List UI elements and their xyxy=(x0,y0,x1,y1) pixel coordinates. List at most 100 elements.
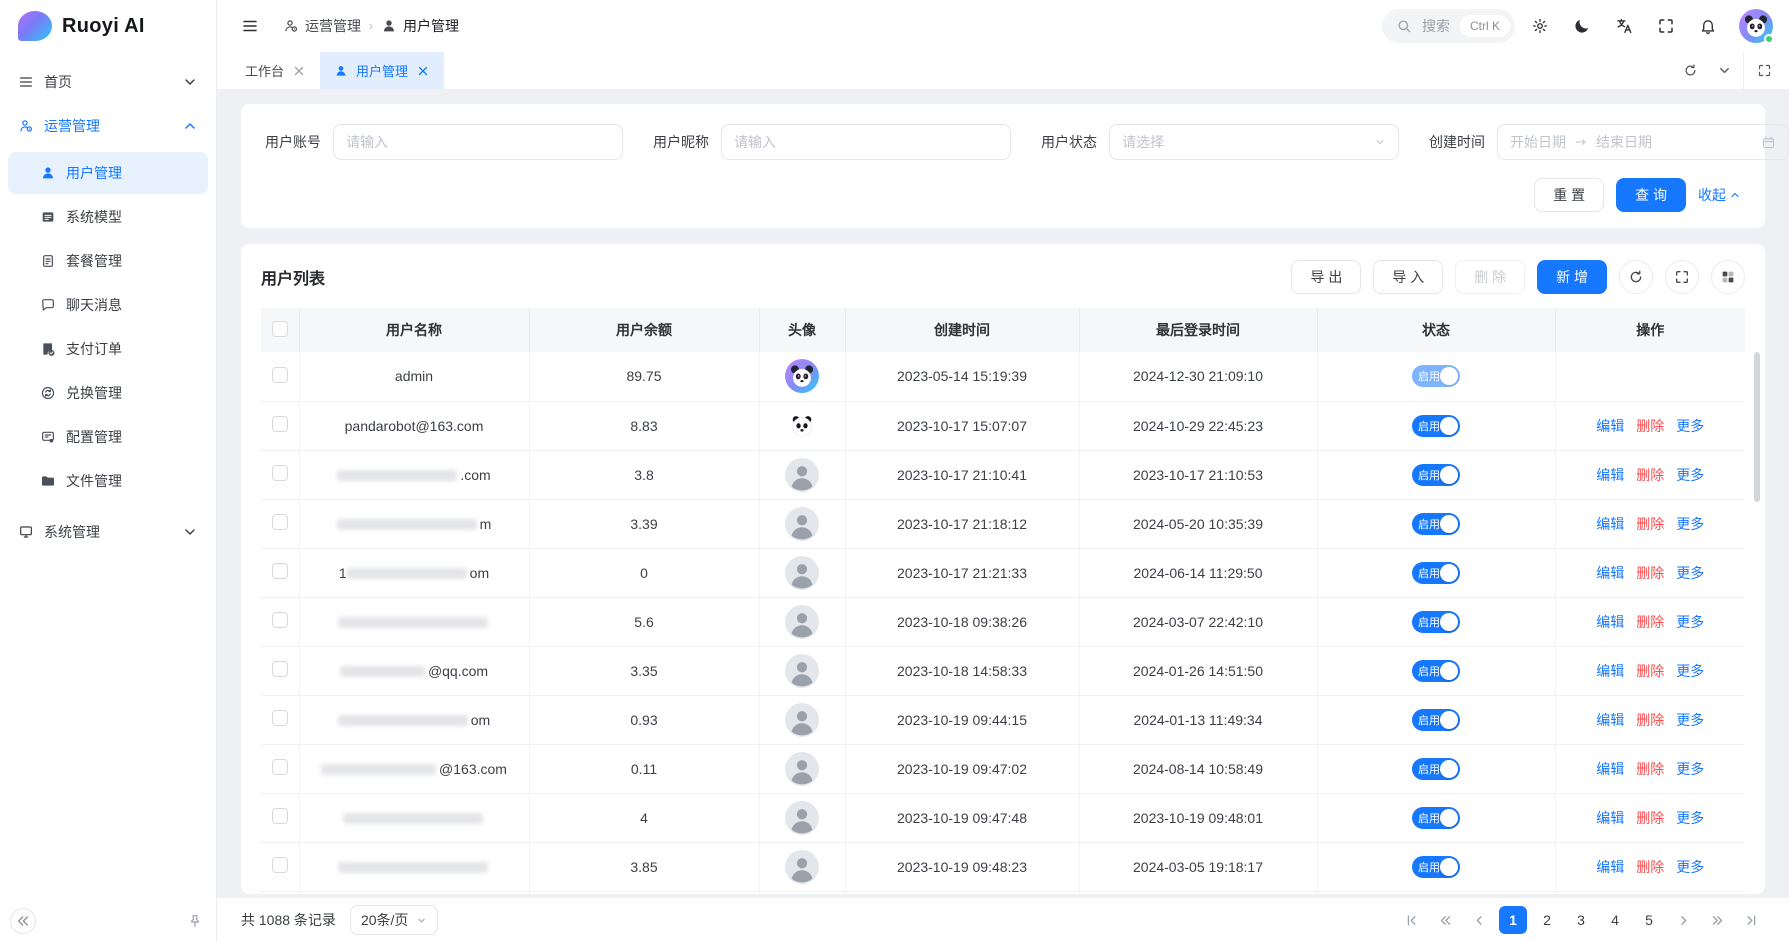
last-page-button[interactable] xyxy=(1737,906,1765,934)
row-checkbox[interactable] xyxy=(272,465,288,481)
sidebar-collapse-button[interactable] xyxy=(10,908,36,934)
breadcrumb-item-运营管理[interactable]: 运营管理 xyxy=(283,16,361,36)
collapse-filter-button[interactable]: 收起 xyxy=(1698,185,1741,205)
page-button-1[interactable]: 1 xyxy=(1499,906,1527,934)
sidebar-toggle-button[interactable] xyxy=(233,9,267,43)
jump-back-button[interactable] xyxy=(1431,906,1459,934)
row-checkbox[interactable] xyxy=(272,710,288,726)
row-checkbox[interactable] xyxy=(272,661,288,677)
edit-link[interactable]: 编辑 xyxy=(1596,661,1624,681)
delete-link[interactable]: 删除 xyxy=(1636,808,1664,828)
edit-link[interactable]: 编辑 xyxy=(1596,416,1624,436)
delete-link[interactable]: 删除 xyxy=(1636,563,1664,583)
edit-link[interactable]: 编辑 xyxy=(1596,612,1624,632)
more-link[interactable]: 更多 xyxy=(1676,808,1704,828)
filter-input-用户账号[interactable]: 请输入 xyxy=(333,124,623,160)
sidebar-group-系统管理[interactable]: 系统管理 xyxy=(8,510,208,554)
sidebar-item-用户管理[interactable]: 用户管理 xyxy=(8,152,208,194)
status-toggle[interactable]: 启用 xyxy=(1412,513,1460,535)
status-toggle[interactable]: 启用 xyxy=(1412,856,1460,878)
status-toggle[interactable]: 启用 xyxy=(1412,365,1460,387)
notifications-button[interactable] xyxy=(1691,9,1725,43)
page-button-2[interactable]: 2 xyxy=(1533,906,1561,934)
reset-button[interactable]: 重 置 xyxy=(1534,178,1604,212)
page-button-5[interactable]: 5 xyxy=(1635,906,1663,934)
first-page-button[interactable] xyxy=(1397,906,1425,934)
row-checkbox[interactable] xyxy=(272,367,288,383)
tab-menu-button[interactable] xyxy=(1709,56,1739,86)
delete-link[interactable]: 删除 xyxy=(1636,514,1664,534)
delete-link[interactable]: 删除 xyxy=(1636,465,1664,485)
language-button[interactable] xyxy=(1607,9,1641,43)
edit-link[interactable]: 编辑 xyxy=(1596,710,1624,730)
sidebar-item-系统模型[interactable]: 系统模型 xyxy=(8,196,208,238)
status-toggle[interactable]: 启用 xyxy=(1412,562,1460,584)
edit-link[interactable]: 编辑 xyxy=(1596,808,1624,828)
tab-refresh-button[interactable] xyxy=(1675,56,1705,86)
row-checkbox[interactable] xyxy=(272,514,288,530)
search-input[interactable]: 搜索 Ctrl K xyxy=(1382,9,1515,43)
row-checkbox[interactable] xyxy=(272,612,288,628)
table-scrollbar[interactable] xyxy=(1754,352,1760,502)
delete-link[interactable]: 删除 xyxy=(1636,710,1664,730)
delete-link[interactable]: 删除 xyxy=(1636,416,1664,436)
status-toggle[interactable]: 启用 xyxy=(1412,464,1460,486)
sidebar-item-兑换管理[interactable]: 兑换管理 xyxy=(8,372,208,414)
sidebar-item-文件管理[interactable]: 文件管理 xyxy=(8,460,208,502)
select-all-checkbox[interactable] xyxy=(272,321,288,337)
filter-select-用户状态[interactable]: 请选择 xyxy=(1109,124,1399,160)
more-link[interactable]: 更多 xyxy=(1676,563,1704,583)
prev-page-button[interactable] xyxy=(1465,906,1493,934)
delete-link[interactable]: 删除 xyxy=(1636,759,1664,779)
more-link[interactable]: 更多 xyxy=(1676,759,1704,779)
row-checkbox[interactable] xyxy=(272,808,288,824)
sidebar-item-套餐管理[interactable]: 套餐管理 xyxy=(8,240,208,282)
import-button[interactable]: 导 入 xyxy=(1373,260,1443,294)
jump-forward-button[interactable] xyxy=(1703,906,1731,934)
close-icon[interactable] xyxy=(292,64,306,78)
delete-button[interactable]: 删 除 xyxy=(1455,260,1525,294)
more-link[interactable]: 更多 xyxy=(1676,514,1704,534)
sidebar-pin-button[interactable] xyxy=(184,910,206,932)
add-button[interactable]: 新 增 xyxy=(1537,260,1607,294)
sidebar-item-支付订单[interactable]: 支付订单 xyxy=(8,328,208,370)
more-link[interactable]: 更多 xyxy=(1676,857,1704,877)
filter-input-用户昵称[interactable]: 请输入 xyxy=(721,124,1011,160)
page-button-4[interactable]: 4 xyxy=(1601,906,1629,934)
row-checkbox[interactable] xyxy=(272,759,288,775)
query-button[interactable]: 查 询 xyxy=(1616,178,1686,212)
delete-link[interactable]: 删除 xyxy=(1636,612,1664,632)
table-columns-button[interactable] xyxy=(1711,260,1745,294)
close-icon[interactable] xyxy=(416,64,430,78)
edit-link[interactable]: 编辑 xyxy=(1596,465,1624,485)
sidebar-item-聊天消息[interactable]: 聊天消息 xyxy=(8,284,208,326)
edit-link[interactable]: 编辑 xyxy=(1596,514,1624,534)
tab-用户管理[interactable]: 用户管理 xyxy=(320,52,444,89)
more-link[interactable]: 更多 xyxy=(1676,465,1704,485)
more-link[interactable]: 更多 xyxy=(1676,710,1704,730)
table-fullscreen-button[interactable] xyxy=(1665,260,1699,294)
row-checkbox[interactable] xyxy=(272,857,288,873)
status-toggle[interactable]: 启用 xyxy=(1412,660,1460,682)
more-link[interactable]: 更多 xyxy=(1676,416,1704,436)
sidebar-group-首页[interactable]: 首页 xyxy=(8,60,208,104)
more-link[interactable]: 更多 xyxy=(1676,661,1704,681)
status-toggle[interactable]: 启用 xyxy=(1412,758,1460,780)
content-fullscreen-button[interactable] xyxy=(1743,52,1785,90)
delete-link[interactable]: 删除 xyxy=(1636,661,1664,681)
row-checkbox[interactable] xyxy=(272,563,288,579)
edit-link[interactable]: 编辑 xyxy=(1596,759,1624,779)
page-button-3[interactable]: 3 xyxy=(1567,906,1595,934)
status-toggle[interactable]: 启用 xyxy=(1412,709,1460,731)
row-checkbox[interactable] xyxy=(272,416,288,432)
tab-工作台[interactable]: 工作台 xyxy=(231,52,320,89)
edit-link[interactable]: 编辑 xyxy=(1596,857,1624,877)
export-button[interactable]: 导 出 xyxy=(1291,260,1361,294)
status-toggle[interactable]: 启用 xyxy=(1412,415,1460,437)
status-toggle[interactable]: 启用 xyxy=(1412,807,1460,829)
dark-mode-button[interactable] xyxy=(1565,9,1599,43)
page-size-select[interactable]: 20条/页 xyxy=(350,905,438,935)
fullscreen-button[interactable] xyxy=(1649,9,1683,43)
user-avatar[interactable] xyxy=(1739,9,1773,43)
edit-link[interactable]: 编辑 xyxy=(1596,563,1624,583)
